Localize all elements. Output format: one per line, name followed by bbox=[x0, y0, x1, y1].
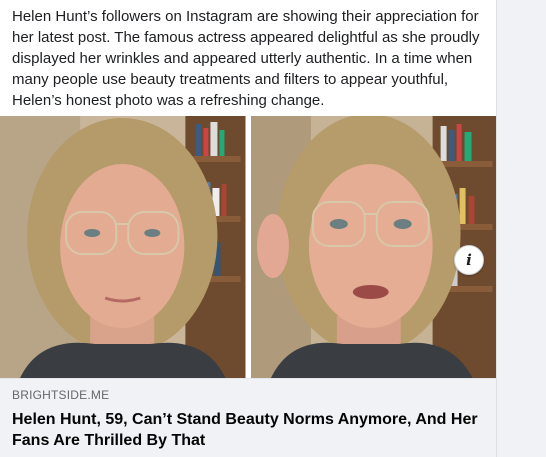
post-photo-left[interactable] bbox=[0, 116, 246, 378]
post-media[interactable] bbox=[0, 116, 496, 378]
link-title[interactable]: Helen Hunt, 59, Can’t Stand Beauty Norms… bbox=[12, 409, 484, 451]
info-icon[interactable]: i bbox=[454, 245, 484, 275]
link-preview[interactable]: BRIGHTSIDE.ME Helen Hunt, 59, Can’t Stan… bbox=[0, 378, 496, 457]
link-domain: BRIGHTSIDE.ME bbox=[12, 388, 110, 402]
post-text: Helen Hunt’s followers on Instagram are … bbox=[12, 8, 480, 109]
feed-post: Helen Hunt’s followers on Instagram are … bbox=[0, 0, 497, 457]
